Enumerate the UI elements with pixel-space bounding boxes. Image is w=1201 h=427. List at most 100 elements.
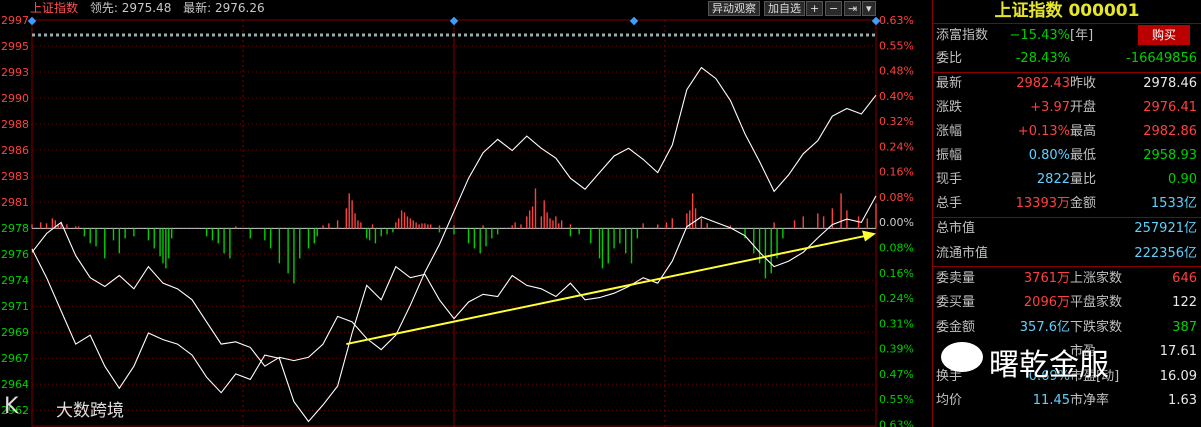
row-label: 最新	[936, 76, 963, 91]
row-value-1: 0.80%	[1028, 148, 1070, 163]
quote-row: 委金额 357.6亿 下跌家数 387	[933, 317, 1201, 338]
y-tick-right: 0.08%	[879, 191, 914, 204]
row-value-2: 2958.93	[1143, 148, 1197, 163]
row-unit: [年]	[1070, 28, 1094, 43]
panel-title: 上证指数 000001	[933, 0, 1201, 24]
y-tick-right: 0.16%	[879, 267, 914, 280]
y-tick-right: 0.00%	[879, 216, 914, 229]
row-value-2: 1533亿	[1150, 196, 1197, 211]
row-label: 涨幅	[936, 124, 963, 139]
wechat-icon	[941, 342, 983, 372]
watermark-left: 大数跨境	[56, 401, 124, 421]
zoom-in-button[interactable]: +	[806, 1, 824, 16]
buy-button[interactable]: 购买	[1138, 25, 1190, 45]
row-value-2: 257921亿	[1134, 221, 1197, 236]
y-tick-right: 0.39%	[879, 343, 914, 356]
row-label-2: 昨收	[1070, 76, 1097, 91]
y-tick-right: 0.63%	[879, 418, 914, 427]
y-tick-right: 0.16%	[879, 166, 914, 179]
row-label: 添富指数	[936, 28, 989, 43]
y-tick-right: 0.47%	[879, 368, 914, 381]
row-value-2: 17.61	[1159, 344, 1197, 359]
quote-row: 涨跌 +3.97 开盘 2976.41	[933, 97, 1201, 118]
y-tick-right: 0.24%	[879, 292, 914, 305]
row-value-1: 2982.43	[1016, 76, 1070, 91]
row-value-2: 1.63	[1168, 393, 1197, 408]
row-label-2: 开盘	[1070, 100, 1097, 115]
y-tick-left: 2971	[1, 300, 29, 313]
row-label: 委买量	[936, 295, 976, 310]
quote-row: 总手 13393万 金额 1533亿	[933, 193, 1201, 214]
y-tick-left: 2976	[1, 248, 29, 261]
row-label: 现手	[936, 172, 963, 187]
row-label-2: 最低	[1070, 148, 1097, 163]
watermark-logo-icon: K	[4, 394, 19, 419]
row-label-2: 金额	[1070, 196, 1097, 211]
zoom-out-button[interactable]: −	[825, 1, 843, 16]
jump-end-button[interactable]: ⇥	[844, 1, 862, 16]
row-label: 涨跌	[936, 100, 963, 115]
quote-row: 委比 -28.43% -16649856	[933, 48, 1201, 69]
row-value-1: +0.13%	[1017, 124, 1070, 139]
y-tick-right: 0.32%	[879, 115, 914, 128]
row-value-2: 2982.86	[1143, 124, 1197, 139]
dropdown-button[interactable]: ▾	[862, 1, 876, 16]
row-value-2: 0.90	[1168, 172, 1197, 187]
chart-canvas: 2997299529932990298829862983298129782976…	[1, 14, 914, 427]
latest-value: 最新: 2976.26	[183, 1, 265, 15]
y-tick-right: 0.55%	[879, 393, 914, 406]
panel-separator	[933, 217, 1201, 218]
row-value-2: 387	[1172, 320, 1197, 335]
quote-row: 总市值 257921亿	[933, 218, 1201, 239]
row-value-2: 122	[1172, 295, 1197, 310]
lead-value: 领先: 2975.48	[89, 1, 172, 15]
y-tick-left: 2978	[1, 222, 29, 235]
row-label-2: 平盘家数	[1070, 295, 1123, 310]
y-tick-left: 2983	[1, 170, 29, 183]
row-value-1: 2096万	[1023, 295, 1070, 310]
row-value-1: 357.6亿	[1019, 320, 1070, 335]
y-tick-right: 0.55%	[879, 39, 914, 52]
row-label-2: 市净率	[1070, 393, 1110, 408]
y-tick-left: 2964	[1, 378, 29, 391]
row-label: 委金额	[936, 320, 976, 335]
row-value-2: 2978.46	[1143, 76, 1197, 91]
watermark-right: 曙乾金服	[989, 348, 1109, 383]
quote-row: 涨幅 +0.13% 最高 2982.86	[933, 121, 1201, 142]
y-tick-left: 2967	[1, 352, 29, 365]
row-value-1: -28.43%	[1015, 51, 1070, 66]
row-label-2: 量比	[1070, 172, 1097, 187]
quote-panel: 上证指数 000001 添富指数 −15.43% [年] 委比 -28.43% -1664…	[932, 0, 1201, 427]
y-tick-left: 2993	[1, 66, 29, 79]
y-tick-right: 0.24%	[879, 140, 914, 153]
trend-arrow-head	[862, 230, 876, 242]
add-favorite-button[interactable]: 加自选	[764, 1, 805, 16]
row-value-1: 3761万	[1023, 271, 1070, 286]
watch-button[interactable]: 异动观察	[708, 1, 760, 16]
row-label: 振幅	[936, 148, 963, 163]
y-tick-left: 2995	[1, 40, 29, 53]
y-tick-left: 2988	[1, 118, 29, 131]
row-label: 委卖量	[936, 271, 976, 286]
row-value-2: 2976.41	[1143, 100, 1197, 115]
intraday-chart[interactable]: 2997 2995 2993 2990 2988 2986 2983 2981 2978 2976…	[0, 0, 930, 427]
row-value-1: 13393万	[1015, 196, 1070, 211]
time-marker-diamond	[27, 16, 37, 26]
row-label: 均价	[936, 393, 963, 408]
row-value-2: 646	[1172, 271, 1197, 286]
y-tick-left: 2974	[1, 274, 29, 287]
y-tick-left: 2981	[1, 196, 29, 209]
row-value-1: 2822	[1036, 172, 1070, 187]
quote-row: 均价 11.45 市净率 1.63	[933, 390, 1201, 411]
row-label: 总市值	[936, 221, 976, 236]
row-label-2: 下跌家数	[1070, 320, 1123, 335]
index-title: 上证指数	[30, 1, 79, 15]
time-marker-diamond	[449, 16, 459, 26]
quote-row: 委卖量 3761万 上涨家数 646	[933, 268, 1201, 289]
panel-separator	[933, 72, 1201, 73]
row-value-2: -16649856	[1126, 51, 1197, 66]
time-marker-diamond	[629, 16, 639, 26]
row-value-1: +3.97	[1030, 100, 1070, 115]
y-tick-right: 0.48%	[879, 65, 914, 78]
row-label: 委比	[936, 51, 963, 66]
